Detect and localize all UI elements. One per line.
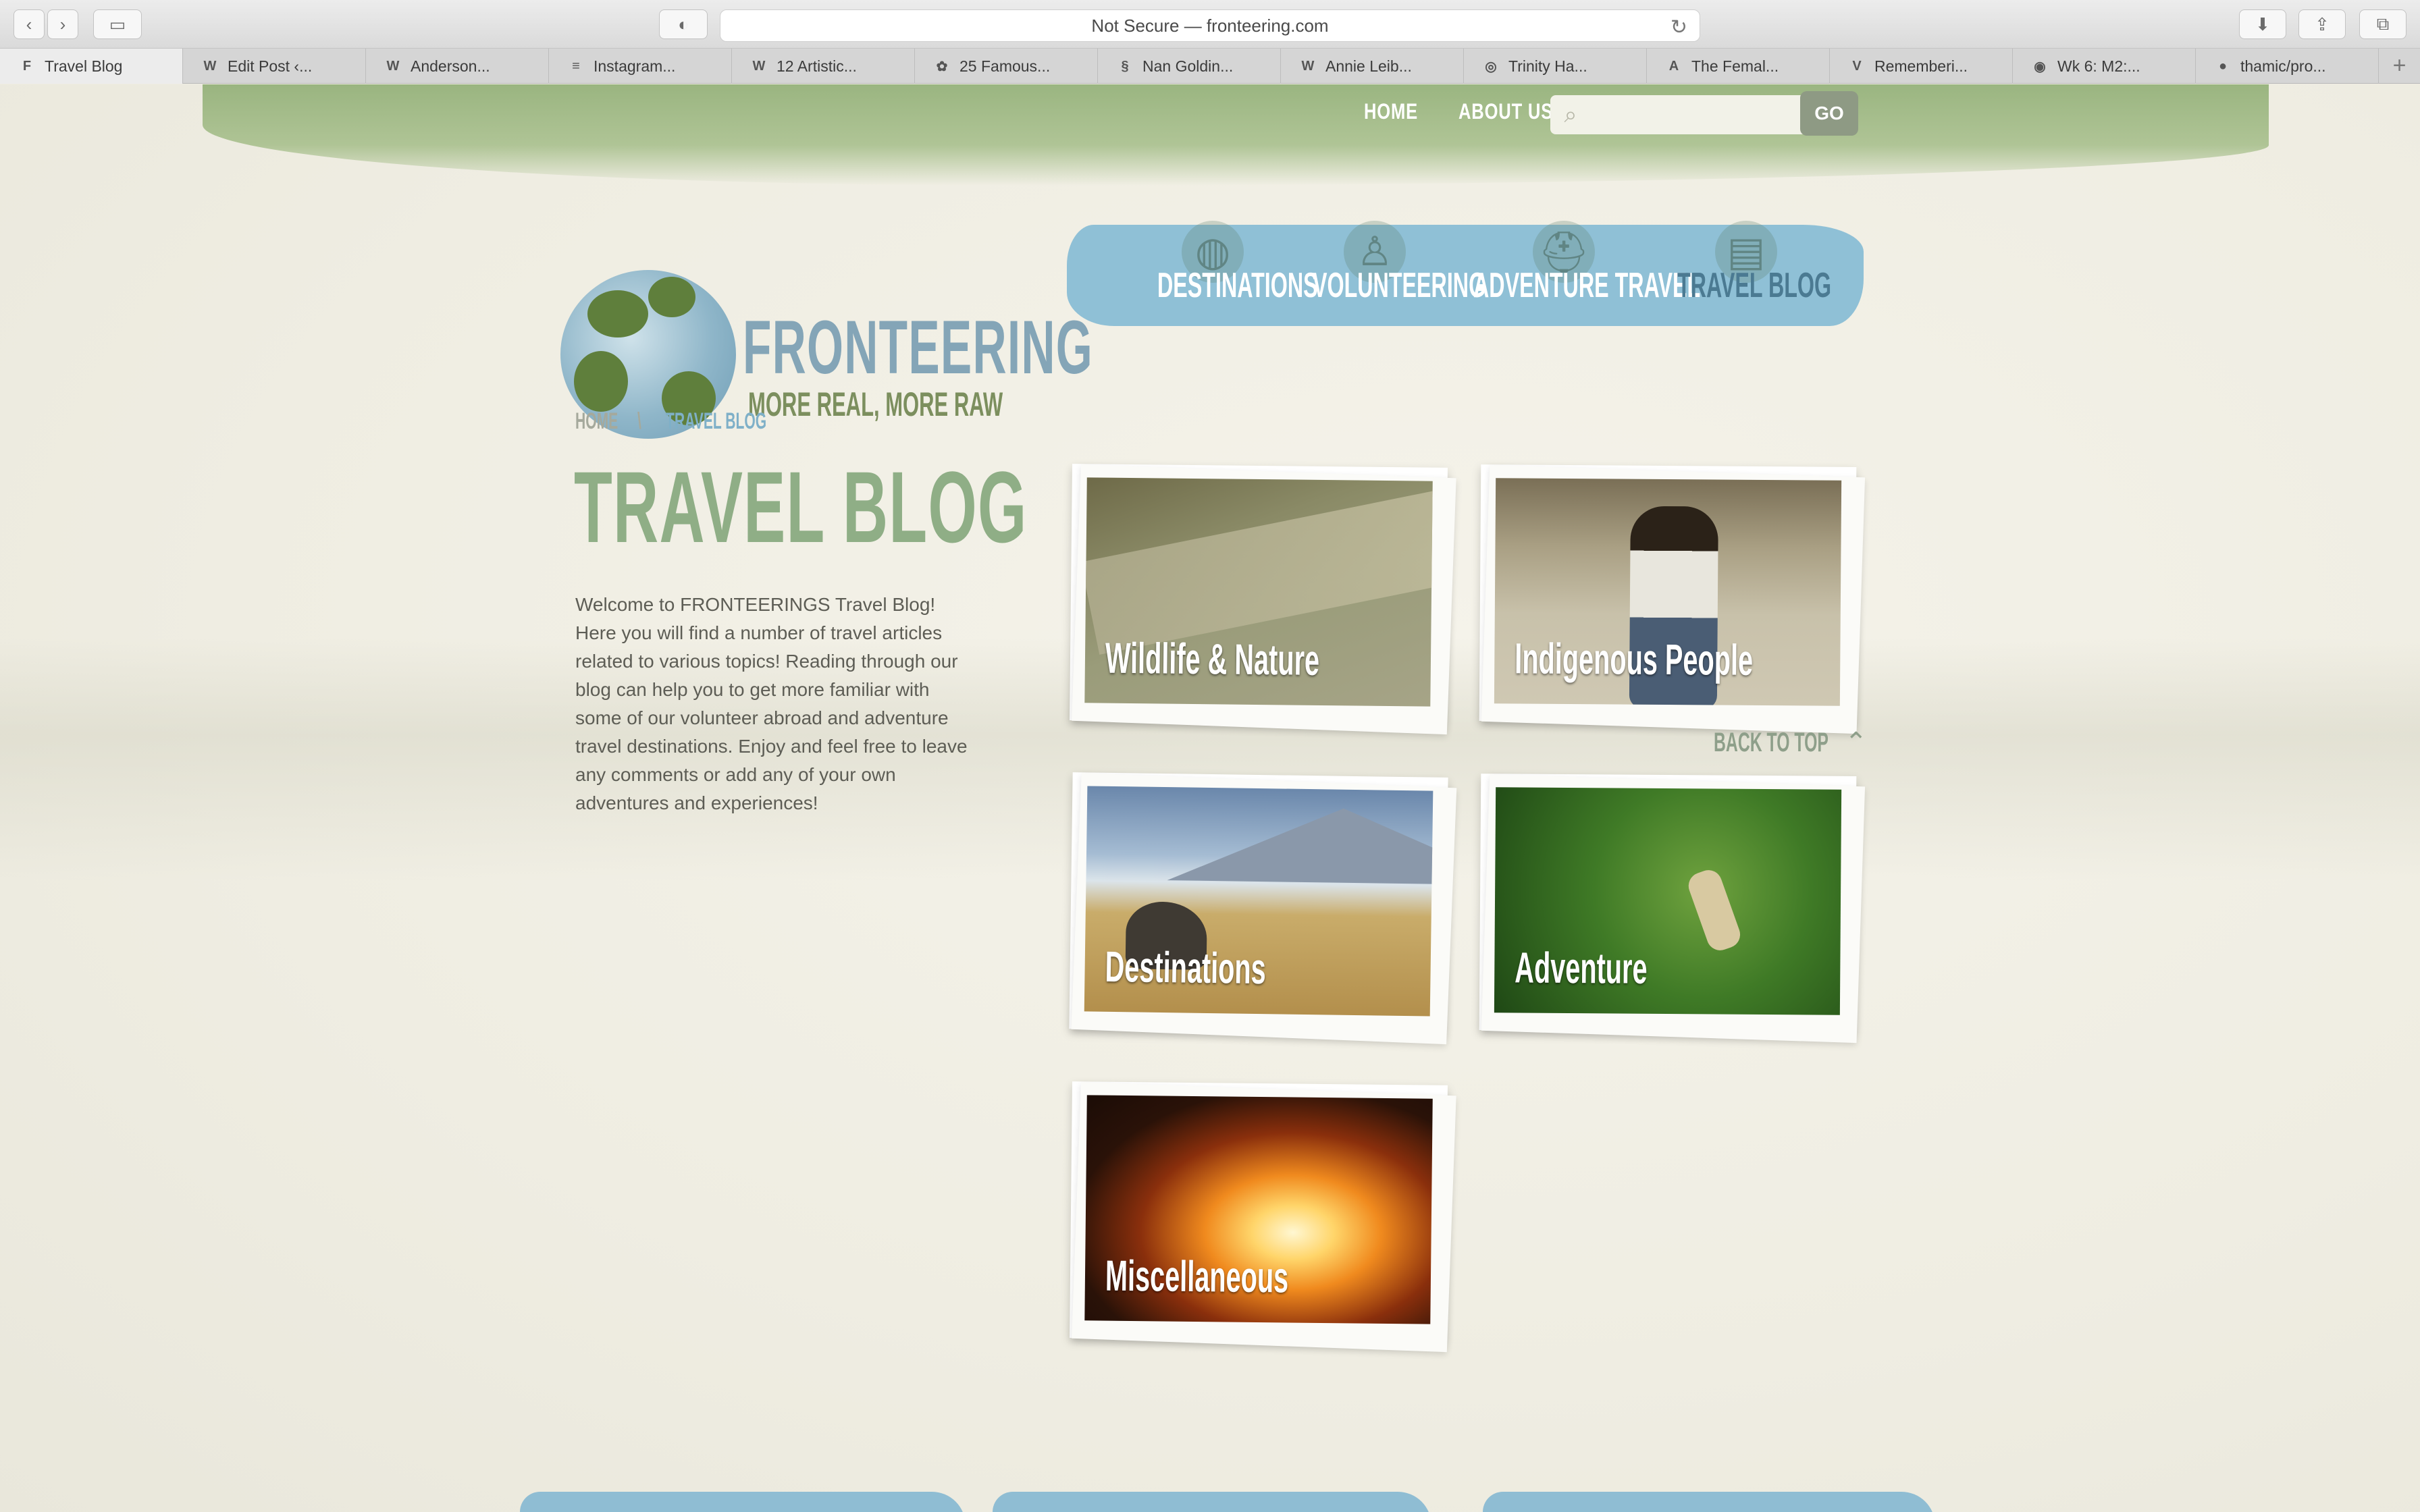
nav-home-link[interactable]: HOME [1364,99,1418,124]
chevron-left-icon: ‹ [26,14,32,34]
tab-label: Rememberi... [1874,57,1968,75]
sidebar-toggle-button[interactable]: ▭ [93,9,142,39]
web-page: HOME ABOUT US ⌕ GO FRONTEERING MORE REAL… [0,84,2420,1512]
privacy-button[interactable]: ◐ [659,9,708,39]
tab-label: The Femal... [1691,57,1779,75]
category-label: Destinations [1105,942,1267,994]
tab-label: Wk 6: M2:... [2057,57,2140,75]
back-button[interactable]: ‹ [14,9,45,39]
category-label: Adventure [1515,943,1648,993]
chevron-right-icon: › [59,14,66,34]
breadcrumb-current: TRAVEL BLOG [666,408,767,434]
tab-label: Nan Goldin... [1142,57,1234,75]
category-label: Indigenous People [1515,634,1754,684]
header-paint-band [203,84,2269,186]
tab-thamic[interactable]: ● thamic/pro... [2196,49,2379,84]
tab-anderson[interactable]: W Anderson... [366,49,549,84]
go-button[interactable]: GO [1800,91,1858,136]
tab-favicon-icon: ● [2218,58,2228,74]
top-nav: HOME ABOUT US [1364,99,1577,124]
tab-annie-leib[interactable]: W Annie Leib... [1281,49,1464,84]
tab-label: Edit Post ‹... [228,57,313,75]
tab-wk6[interactable]: ◉ Wk 6: M2:... [2013,49,2196,84]
nav-adventure-travel[interactable]: ADVENTURE TRAVEL [1473,265,1700,306]
logo-title: FRONTEERING [743,305,1094,389]
breadcrumb-home-link[interactable]: HOME [575,408,618,435]
search-box: ⌕ [1550,95,1827,134]
tab-12-artistic[interactable]: W 12 Artistic... [732,49,915,84]
footer-band [520,1492,966,1512]
category-card-destinations[interactable]: Destinations [1069,772,1448,1034]
tab-label: 12 Artistic... [777,57,857,75]
download-icon: ⬇ [2255,14,2270,34]
sidebar-icon: ▭ [109,14,126,34]
back-to-top-label: BACK TO TOP [1714,727,1829,757]
tab-edit-post[interactable]: W Edit Post ‹... [183,49,366,84]
tab-favicon-icon: ◎ [1485,59,1497,74]
address-bar[interactable]: Not Secure — fronteering.com ↻ [720,9,1700,42]
address-text: Not Secure — fronteering.com [1091,15,1329,36]
tab-travel-blog[interactable]: F Travel Blog [0,49,183,84]
footer-band [1483,1492,1935,1512]
category-label: Wildlife & Nature [1105,633,1320,684]
tab-label: Instagram... [594,57,676,75]
tab-favicon-icon: W [752,58,766,74]
tab-rememberi[interactable]: V Rememberi... [1830,49,2013,84]
category-card-wildlife[interactable]: Wildlife & Nature [1070,464,1448,724]
tab-label: Travel Blog [45,57,123,75]
reload-icon[interactable]: ↻ [1671,16,1687,39]
category-label: Miscellaneous [1105,1251,1289,1302]
footer-band [993,1492,1431,1512]
nav-about-link[interactable]: ABOUT US [1458,99,1553,124]
tab-instagram[interactable]: ≡ Instagram... [549,49,732,84]
tab-favicon-icon: W [1301,58,1315,74]
share-button[interactable]: ⇪ [2298,9,2346,39]
tab-favicon-icon: F [22,58,32,74]
tab-favicon-icon: ◉ [2034,59,2046,74]
downloads-button[interactable]: ⬇ [2239,9,2286,39]
tab-label: 25 Famous... [959,57,1051,75]
tab-trinity[interactable]: ◎ Trinity Ha... [1464,49,1647,84]
tab-overview-button[interactable]: ⧉ [2359,9,2406,39]
chevron-up-icon: ⌃ [1845,728,1868,757]
tab-favicon-icon: ≡ [572,58,580,74]
nav-volunteering[interactable]: VOLUNTEERING [1313,265,1485,306]
tab-favicon-icon: ✿ [936,59,948,74]
tab-label: Anderson... [411,57,490,75]
tabs-icon: ⧉ [2376,14,2390,34]
share-icon: ⇪ [2315,14,2330,34]
search-input[interactable] [1591,95,1827,134]
tab-label: Trinity Ha... [1508,57,1587,75]
tab-nan-goldin[interactable]: § Nan Goldin... [1098,49,1281,84]
plus-icon: + [2392,53,2406,78]
tab-favicon-icon: V [1852,58,1862,74]
tab-favicon-icon: A [1668,58,1679,74]
tab-label: Annie Leib... [1325,57,1412,75]
category-card-miscellaneous[interactable]: Miscellaneous [1070,1081,1448,1342]
category-card-indigenous[interactable]: Indigenous People [1479,464,1857,724]
intro-paragraph: Welcome to FRONTEERINGS Travel Blog! Her… [575,594,968,813]
page-title: TRAVEL BLOG [574,450,1028,564]
new-tab-button[interactable]: + [2379,49,2420,83]
tab-favicon-icon: W [203,58,217,74]
tab-the-femal[interactable]: A The Femal... [1647,49,1830,84]
tab-25-famous[interactable]: ✿ 25 Famous... [915,49,1098,84]
tab-favicon-icon: § [1121,58,1129,74]
shield-icon: ◐ [678,14,689,34]
tab-favicon-icon: W [386,58,400,74]
browser-toolbar: ‹ › ▭ ◐ Not Secure — fronteering.com ↻ ⬇… [0,0,2420,49]
tab-bar: F Travel Blog W Edit Post ‹... W Anderson..… [0,49,2420,84]
breadcrumb-separator: \ [637,408,641,434]
nav-destinations[interactable]: DESTINATIONS [1157,265,1318,306]
nav-travel-blog[interactable]: TRAVEL BLOG [1677,265,1831,306]
main-nav: ◍ DESTINATIONS ♙ VOLUNTEERING ⛑ ADVENTUR… [1067,221,1864,326]
breadcrumb: HOME \ TRAVEL BLOG [575,408,828,435]
tab-label: thamic/pro... [2240,57,2326,75]
search-icon: ⌕ [1564,101,1577,128]
site-logo[interactable]: FRONTEERING MORE REAL, MORE RAW [554,182,1093,439]
forward-button[interactable]: › [47,9,78,39]
category-card-adventure[interactable]: Adventure [1479,774,1857,1033]
back-to-top-link[interactable]: BACK TO TOP ⌃ [1714,727,1868,758]
